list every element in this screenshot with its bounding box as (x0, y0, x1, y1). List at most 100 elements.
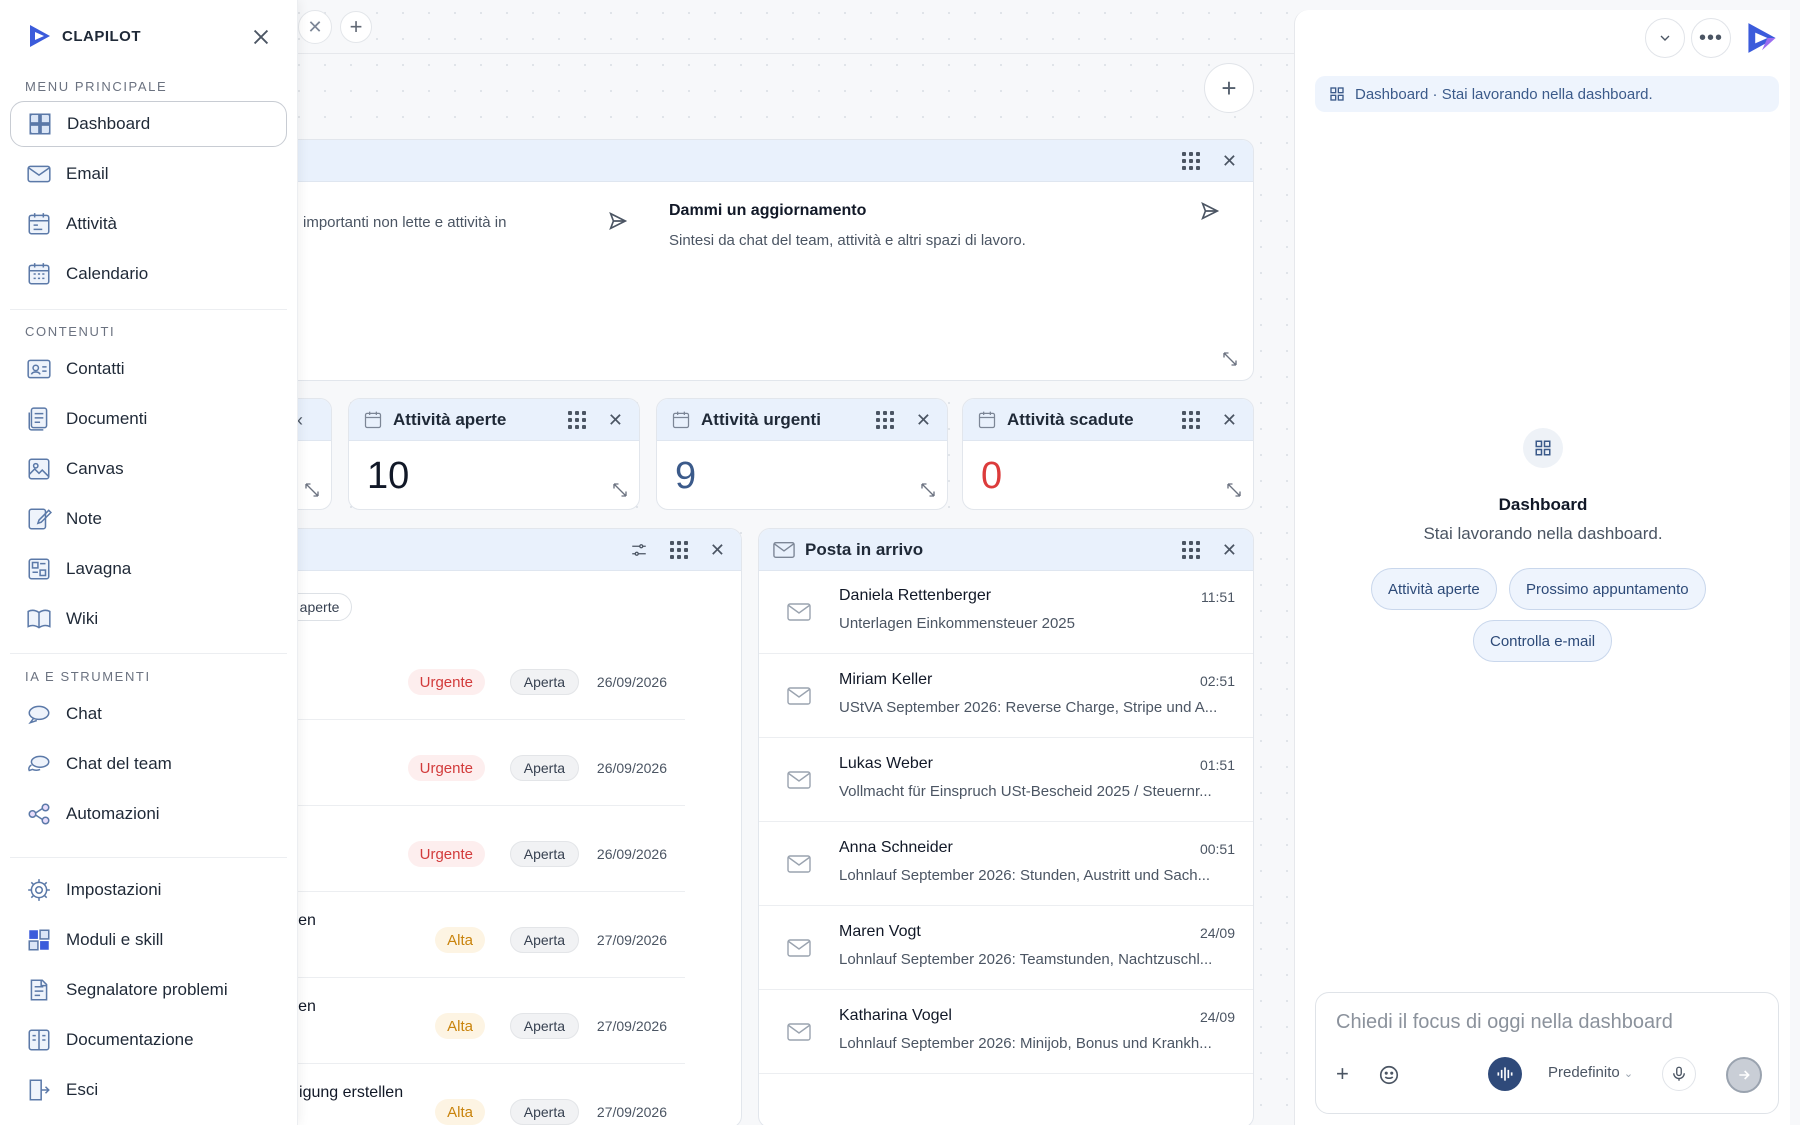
sidebar-item-calendario[interactable]: Calendario (10, 251, 287, 297)
expand-icon[interactable] (611, 481, 629, 499)
drag-handle-icon[interactable] (1181, 411, 1200, 429)
filter-icon[interactable] (630, 541, 648, 559)
mail-subject: Lohnlauf September 2026: Minijob, Bonus … (839, 1035, 1212, 1052)
mail-row[interactable]: Daniela Rettenberger 11:51 Unterlagen Eink… (759, 571, 1253, 654)
mail-row[interactable]: Anna Schneider 00:51 Lohnlauf September 20… (759, 823, 1253, 906)
mail-subject: Unterlagen Einkommensteuer 2025 (839, 615, 1075, 632)
priority-badge: Urgente (407, 841, 485, 867)
prompt-card-update[interactable]: Dammi un aggiornamento Sintesi da chat d… (659, 194, 1239, 304)
sidebar-item-moduli-e-skill[interactable]: Moduli e skill (10, 917, 287, 963)
prompt-description: importanti non lette e attività in (303, 214, 507, 231)
close-icon[interactable]: ✕ (1222, 541, 1237, 559)
send-icon[interactable] (607, 210, 629, 232)
drag-handle-icon[interactable] (567, 411, 586, 429)
sidebar-item-wiki[interactable]: Wiki (10, 596, 287, 642)
task-row[interactable]: achfassenAltaAperta27/09/2026 (241, 892, 685, 978)
mail-row[interactable]: Maren Vogt 24/09 Lohnlauf September 2026: … (759, 907, 1253, 990)
mail-time: 24/09 (1199, 925, 1235, 941)
mail-time: 00:51 (1199, 841, 1235, 857)
sidebar-item-label: Segnalatore problemi (66, 980, 228, 999)
widget-header: Posta in arrivo ✕ (759, 529, 1253, 571)
emoji-icon[interactable] (1378, 1064, 1400, 1086)
stat-widget: Attività scadute ✕ 0 (962, 398, 1254, 510)
sidebar-item-email[interactable]: Email (10, 151, 287, 197)
logout-icon (26, 1077, 52, 1103)
expand-icon[interactable] (303, 481, 321, 499)
more-options-button[interactable]: ••• (1691, 18, 1731, 58)
task-row[interactable]: rtenUrgenteAperta26/09/2026 (241, 634, 685, 720)
dashboard-icon (1330, 87, 1344, 101)
sidebar-item-label: Wiki (66, 609, 99, 628)
widget-header: ✕ (241, 529, 741, 571)
send-button[interactable] (1726, 1057, 1762, 1093)
section-main-menu: MENU PRINCIPALE (25, 79, 168, 94)
chat-input[interactable]: Chiedi il focus di oggi nella dashboard (1336, 1011, 1673, 1034)
drag-handle-icon[interactable] (669, 541, 688, 559)
close-icon[interactable]: ✕ (710, 541, 725, 559)
brand-logo[interactable]: CLAPILOT (26, 22, 141, 50)
sidebar-item-impostazioni[interactable]: Impostazioni (10, 867, 287, 913)
widget-header: Attività urgenti ✕ (657, 399, 947, 441)
expand-icon[interactable] (919, 481, 937, 499)
sidebar-item-automazioni[interactable]: Automazioni (10, 791, 287, 837)
drag-handle-icon[interactable] (1181, 152, 1200, 170)
close-tab-icon[interactable]: ✕ (298, 10, 332, 44)
microphone-button[interactable] (1662, 1057, 1696, 1091)
chat-icon (26, 701, 52, 727)
suggestion-chip[interactable]: Controlla e-mail (1473, 620, 1613, 662)
sidebar-item-label: Attività (66, 214, 118, 233)
expand-icon[interactable] (1221, 350, 1239, 368)
mail-row[interactable]: Miriam Keller 02:51 UStVA September 2026: … (759, 655, 1253, 738)
sidebar-item-segnalatore-problemi[interactable]: Segnalatore problemi (10, 967, 287, 1013)
close-icon[interactable]: ✕ (608, 411, 623, 429)
task-row[interactable]: achfassenAltaAperta27/09/2026 (241, 978, 685, 1064)
priority-badge: Alta (435, 1013, 485, 1039)
task-row[interactable]: A-Beteiligung erstellen Alta Aperta 27/09/2… (241, 1064, 685, 1125)
sidebar-item-lavagna[interactable]: Lavagna (10, 546, 287, 592)
sidebar-item-documentazione[interactable]: Documentazione (10, 1017, 287, 1063)
sidebar-item-chat-del-team[interactable]: Chat del team (10, 741, 287, 787)
close-icon[interactable]: ✕ (916, 411, 931, 429)
sidebar-item-documenti[interactable]: Documenti (10, 396, 287, 442)
sidebar-item-dashboard[interactable]: Dashboard (10, 101, 287, 147)
model-select[interactable]: Predefinito ⌄ (1548, 1064, 1633, 1081)
context-label: Dashboard · Stai lavorando nella dashboa… (1355, 85, 1653, 103)
sidebar-item-label: Contatti (66, 359, 125, 378)
voice-mode-button[interactable] (1488, 1057, 1522, 1091)
divider (10, 653, 287, 654)
expand-icon[interactable] (1225, 481, 1243, 499)
close-sidebar-icon[interactable] (250, 26, 272, 48)
prompt-card-left[interactable]: importanti non lette e attività in (241, 194, 641, 304)
mail-row[interactable]: Lukas Weber 01:51 Vollmacht für Einspruch … (759, 739, 1253, 822)
sidebar-item-canvas[interactable]: Canvas (10, 446, 287, 492)
sidebar-item-attivit[interactable]: Attività (10, 201, 287, 247)
envelope-icon (787, 1023, 811, 1041)
sidebar-item-esci[interactable]: Esci (10, 1067, 287, 1113)
task-date: 26/09/2026 (596, 760, 667, 776)
divider (10, 857, 287, 858)
sidebar-item-note[interactable]: Note (10, 496, 287, 542)
drag-handle-icon[interactable] (875, 411, 894, 429)
new-tab-button[interactable]: + (340, 11, 372, 43)
inbox-widget: Posta in arrivo ✕ Daniela Rettenberger 11… (758, 528, 1254, 1125)
dashboard-icon (27, 111, 53, 137)
drag-handle-icon[interactable] (1181, 541, 1200, 559)
task-row[interactable]: rtenUrgenteAperta26/09/2026 (241, 720, 685, 806)
collapse-button[interactable] (1645, 18, 1685, 58)
send-icon[interactable] (1199, 200, 1221, 222)
close-icon[interactable]: ✕ (1222, 411, 1237, 429)
mail-sender: Daniela Rettenberger (839, 587, 992, 604)
sidebar-item-chat[interactable]: Chat (10, 691, 287, 737)
mail-row[interactable]: Katharina Vogel 24/09 Lohnlauf September 2… (759, 991, 1253, 1074)
task-row[interactable]: rtenUrgenteAperta26/09/2026 (241, 806, 685, 892)
suggestion-chip[interactable]: Attività aperte (1371, 568, 1497, 610)
close-icon[interactable]: ✕ (1222, 152, 1237, 170)
widget-title: Attività scadute (1007, 409, 1134, 429)
add-widget-button[interactable]: + (1204, 63, 1254, 113)
suggestion-chip[interactable]: Prossimo appuntamento (1509, 568, 1706, 610)
attach-plus-icon[interactable]: + (1336, 1063, 1358, 1085)
sidebar-item-label: Note (66, 509, 102, 528)
task-list: rtenUrgenteAperta26/09/2026rtenUrgenteAp… (241, 634, 741, 1125)
tab-strip: ✕ + (298, 10, 372, 44)
sidebar-item-contatti[interactable]: Contatti (10, 346, 287, 392)
